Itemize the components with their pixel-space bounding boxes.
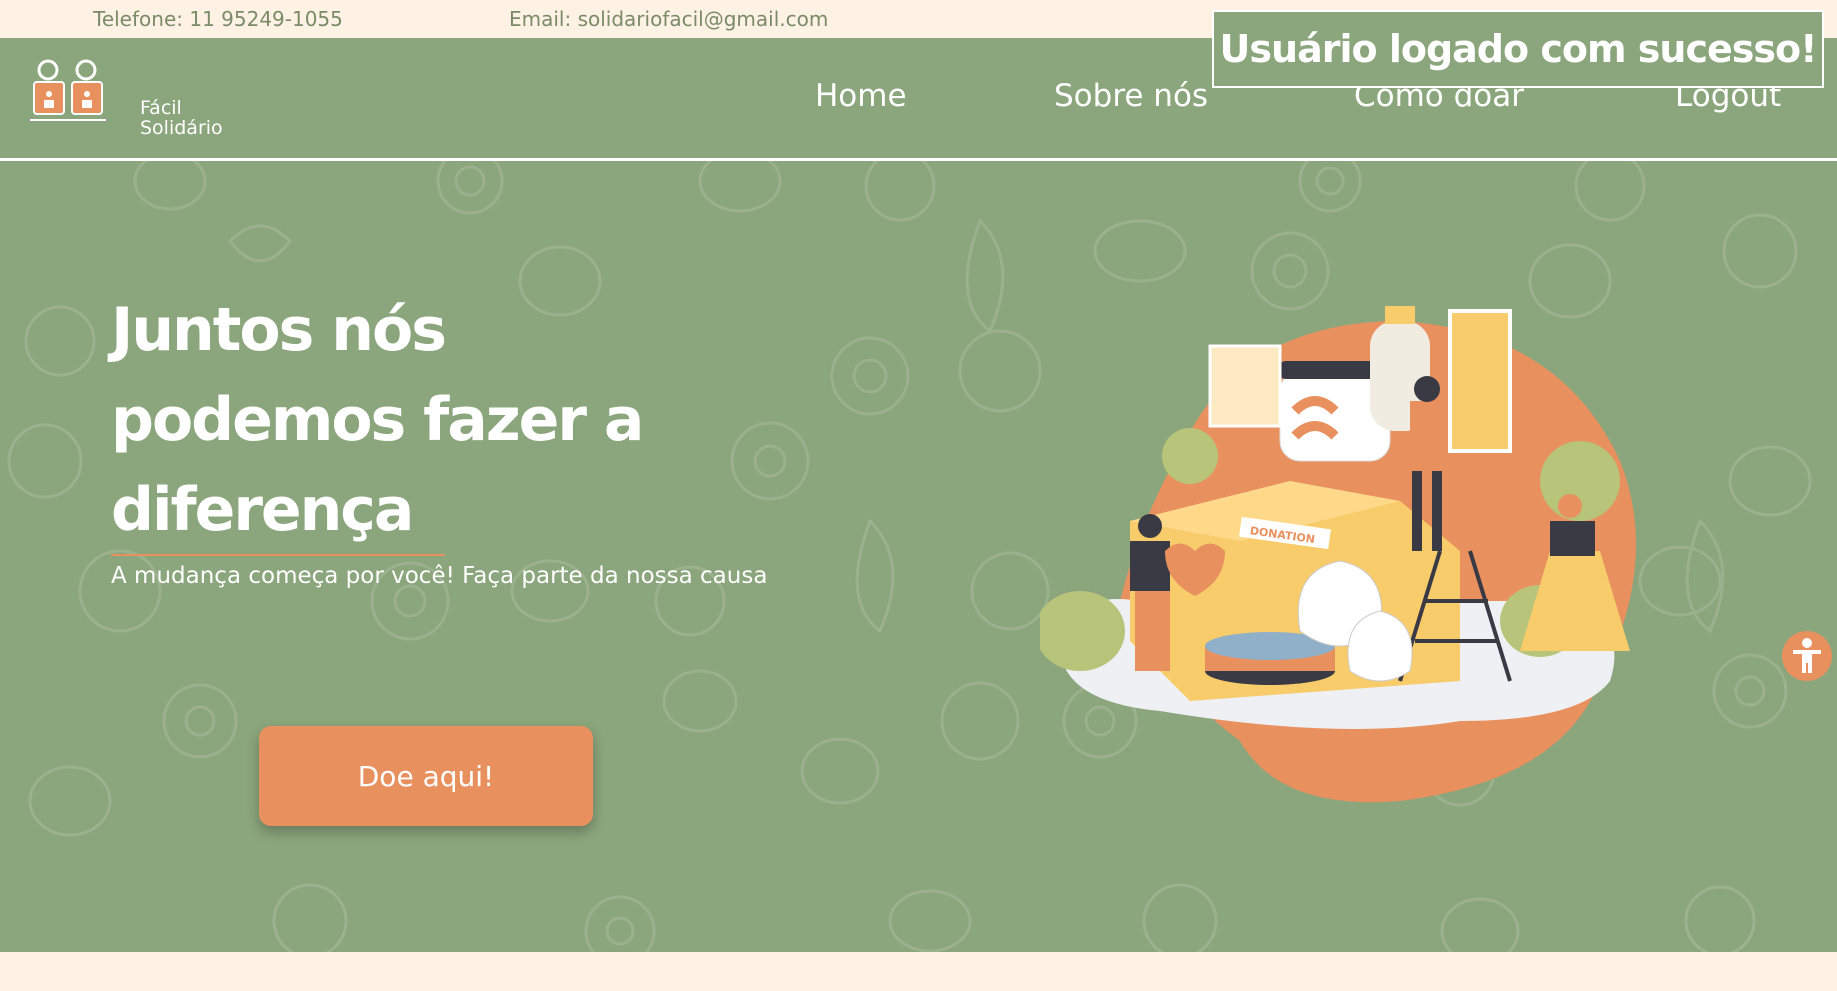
nav-about-link[interactable]: Sobre nós	[1054, 78, 1208, 114]
nav-home-link[interactable]: Home	[815, 78, 907, 114]
footer-strip	[0, 952, 1837, 991]
contact-phone: Telefone: 11 95249-1055	[93, 7, 343, 31]
hero-section: Juntos nós podemos fazer a diferença A m…	[0, 161, 1837, 952]
brand-name: Fácil Solidário	[140, 98, 223, 138]
headline-line-3: diferença	[111, 475, 414, 545]
contact-email: Email: solidariofacil@gmail.com	[509, 7, 829, 31]
brand-line1: Fácil	[140, 97, 182, 119]
hero-subtitle: A mudança começa por você! Faça parte da…	[111, 563, 768, 589]
donation-illustration: DONATION	[1040, 306, 1636, 803]
accessibility-icon	[1793, 638, 1821, 673]
login-success-toast: Usuário logado com sucesso!	[1212, 10, 1824, 88]
headline-underline	[111, 554, 445, 556]
hero-headline: Juntos nós podemos fazer a diferença	[111, 285, 711, 555]
accessibility-button[interactable]	[1782, 631, 1832, 681]
donate-cta-button[interactable]: Doe aqui!	[259, 726, 593, 826]
two-people-heart-logo-icon	[30, 59, 106, 121]
headline-line-2: podemos fazer a	[111, 385, 644, 455]
headline-line-1: Juntos nós	[111, 295, 447, 365]
brand-logo[interactable]: Fácil Solidário	[28, 58, 223, 138]
brand-line2: Solidário	[140, 117, 223, 139]
